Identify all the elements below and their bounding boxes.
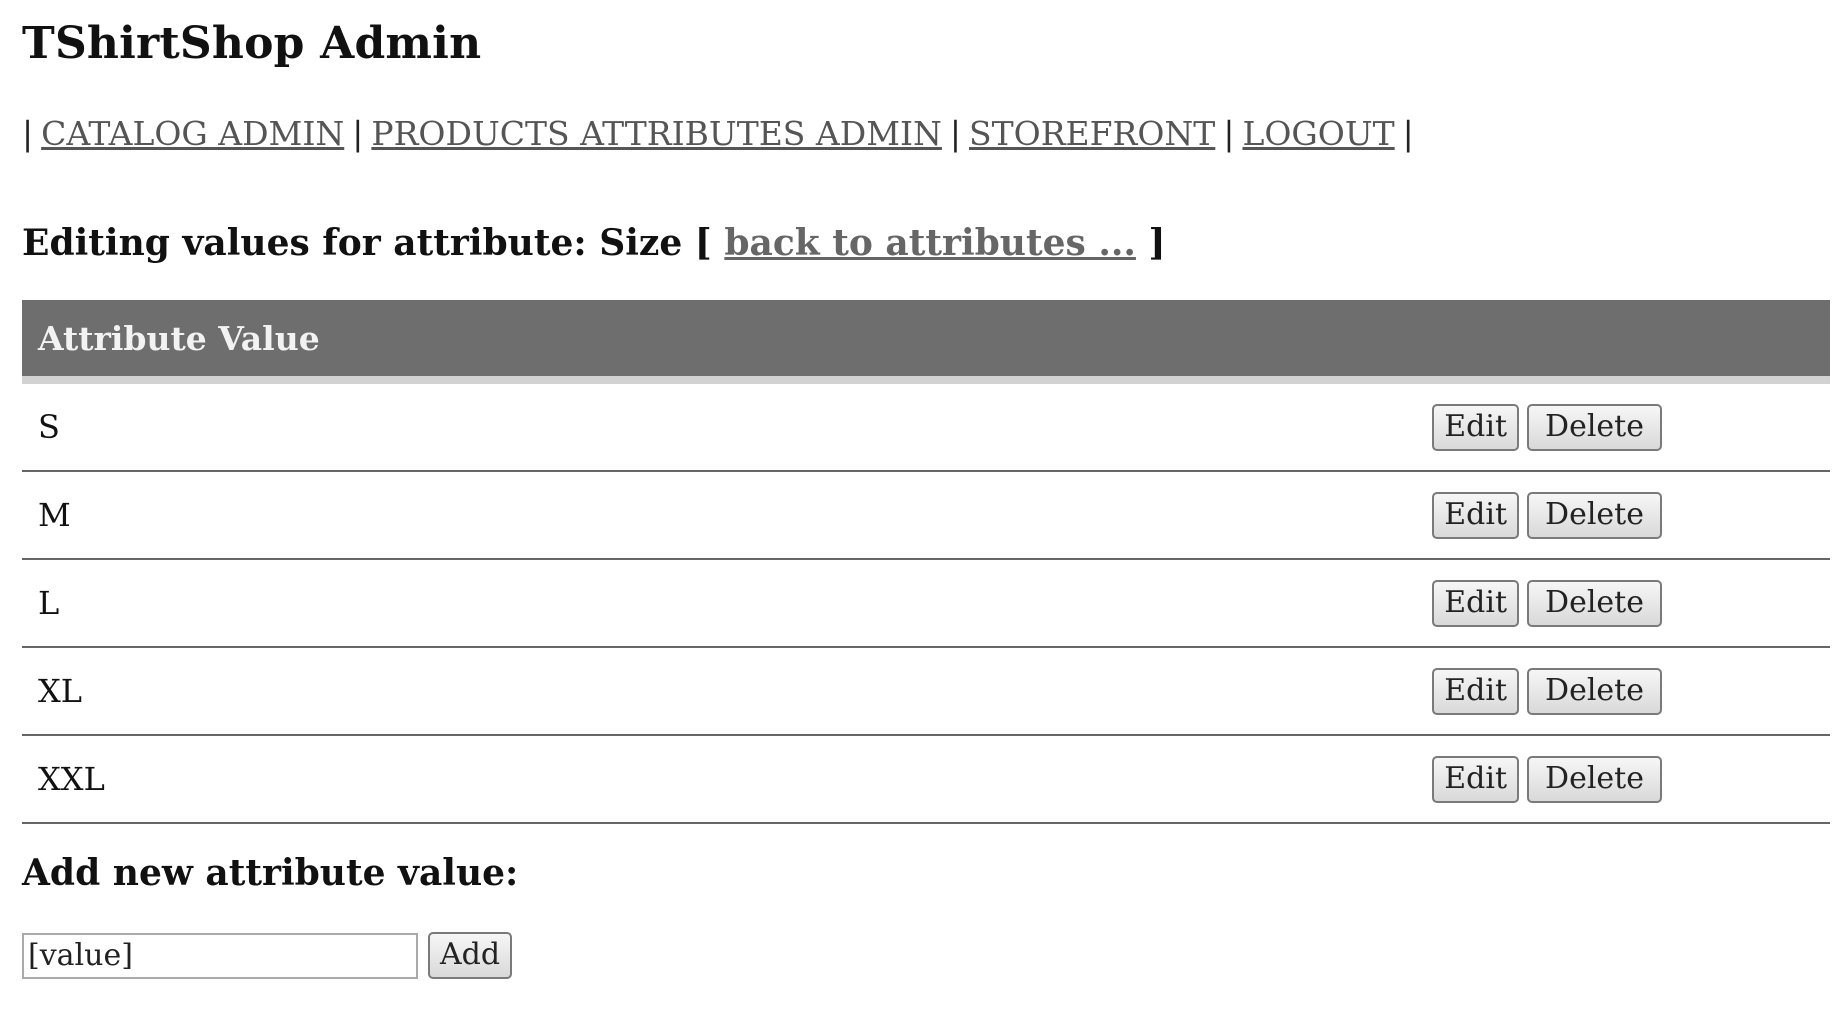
delete-button[interactable]: Delete <box>1527 491 1662 539</box>
attribute-value-cell: L <box>22 559 319 648</box>
editing-heading: Editing values for attribute: Size [ bac… <box>22 222 1166 264</box>
row-actions: Edit Delete <box>318 735 1830 824</box>
edit-button[interactable]: Edit <box>1432 403 1520 451</box>
menu-separator: | <box>1402 114 1414 153</box>
menu-separator: | <box>352 114 364 153</box>
attribute-value-cell: XL <box>22 647 319 736</box>
attribute-value-cell: S <box>22 380 319 472</box>
edit-button[interactable]: Edit <box>1432 491 1520 539</box>
table-row: XXL Edit Delete <box>22 735 1830 824</box>
attribute-value-cell: XXL <box>22 735 319 824</box>
attribute-values-table: Attribute Value S Edit Delete M Edit Delet… <box>22 300 1830 824</box>
editing-heading-suffix: ] <box>1148 222 1166 264</box>
row-actions: Edit Delete <box>318 647 1830 736</box>
add-attribute-value-form: Add <box>22 932 513 979</box>
row-actions: Edit Delete <box>318 380 1830 472</box>
editing-heading-prefix: Editing values for attribute: Size [ <box>22 222 712 264</box>
menu-separator: | <box>1223 114 1235 153</box>
table-row: XL Edit Delete <box>22 647 1830 736</box>
delete-button[interactable]: Delete <box>1527 579 1662 627</box>
add-button[interactable]: Add <box>428 932 513 979</box>
attribute-value-cell: M <box>22 471 319 560</box>
column-header-attribute-value: Attribute Value <box>22 300 1830 384</box>
table-row: M Edit Delete <box>22 471 1830 560</box>
add-attribute-value-heading: Add new attribute value: <box>22 852 519 894</box>
delete-button[interactable]: Delete <box>1527 667 1662 715</box>
edit-button[interactable]: Edit <box>1432 579 1520 627</box>
row-actions: Edit Delete <box>318 471 1830 560</box>
delete-button[interactable]: Delete <box>1527 403 1662 451</box>
page-title: TShirtShop Admin <box>22 18 482 69</box>
table-row: L Edit Delete <box>22 559 1830 648</box>
menu-link-logout[interactable]: LOGOUT <box>1242 114 1394 153</box>
edit-button[interactable]: Edit <box>1432 667 1520 715</box>
back-to-attributes-link[interactable]: back to attributes ... <box>724 222 1136 264</box>
menu-separator: | <box>22 114 34 153</box>
menu-separator: | <box>949 114 962 153</box>
table-row: S Edit Delete <box>22 380 1830 472</box>
new-attribute-value-input[interactable] <box>22 932 418 979</box>
row-actions: Edit Delete <box>318 559 1830 648</box>
admin-menu: | CATALOG ADMIN | PRODUCTS ATTRIBUTES ADMIN… <box>22 114 1414 153</box>
edit-button[interactable]: Edit <box>1432 755 1520 803</box>
delete-button[interactable]: Delete <box>1527 755 1662 803</box>
menu-link-storefront[interactable]: STOREFRONT <box>969 114 1215 153</box>
menu-link-products-attributes-admin[interactable]: PRODUCTS ATTRIBUTES ADMIN <box>371 114 942 153</box>
menu-link-catalog-admin[interactable]: CATALOG ADMIN <box>41 114 344 153</box>
